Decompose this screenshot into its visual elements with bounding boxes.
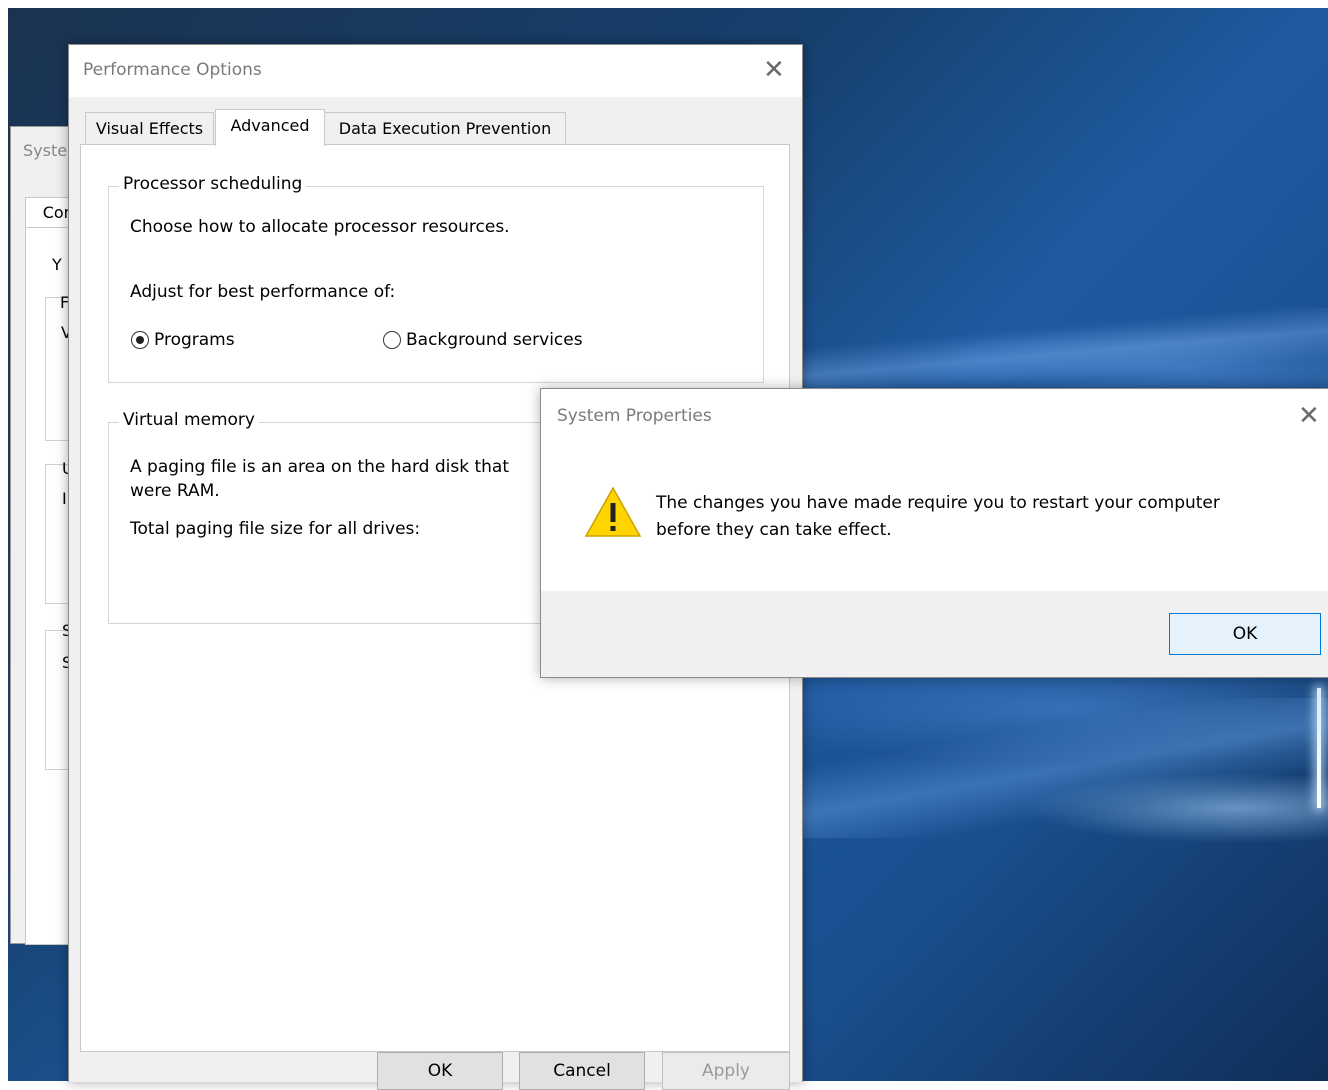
- background-text-fragment: Y: [52, 255, 62, 274]
- processor-scheduling-description: Choose how to allocate processor resourc…: [130, 217, 510, 237]
- title-bar[interactable]: Performance Options ✕: [69, 45, 802, 97]
- radio-background-services[interactable]: Background services: [383, 330, 583, 350]
- processor-scheduling-legend: Processor scheduling: [119, 174, 307, 194]
- ok-button[interactable]: OK: [377, 1052, 503, 1090]
- adjust-performance-label: Adjust for best performance of:: [130, 282, 396, 302]
- tab-data-execution-prevention[interactable]: Data Execution Prevention: [324, 112, 566, 145]
- radio-programs[interactable]: Programs: [131, 330, 235, 350]
- dialog-title: System Properties: [557, 406, 712, 426]
- close-icon[interactable]: ✕: [763, 57, 785, 83]
- window-title: Performance Options: [83, 60, 262, 80]
- apply-button[interactable]: Apply: [662, 1052, 790, 1090]
- tab-label: Visual Effects: [95, 119, 204, 138]
- tab-label: Data Execution Prevention: [338, 119, 552, 138]
- dialog-message-line: before they can take effect.: [656, 520, 892, 540]
- virtual-memory-description: A paging file is an area on the hard dis…: [130, 457, 510, 477]
- tab-label: Advanced: [230, 116, 310, 135]
- processor-scheduling-group: Processor scheduling Choose how to alloc…: [108, 174, 764, 383]
- virtual-memory-legend: Virtual memory: [119, 410, 259, 430]
- dialog-ok-button[interactable]: OK: [1169, 613, 1321, 655]
- tab-visual-effects[interactable]: Visual Effects: [85, 112, 214, 145]
- tab-advanced[interactable]: Advanced: [215, 109, 325, 146]
- wallpaper-light-line: [1317, 688, 1321, 808]
- wallpaper-light-beam: [788, 698, 1328, 838]
- background-text-fragment: I: [62, 489, 67, 508]
- dialog-message-line: The changes you have made require you to…: [656, 493, 1220, 513]
- close-icon[interactable]: ✕: [1298, 403, 1320, 429]
- radio-background-services-label: Background services: [406, 330, 583, 350]
- dialog-message: The changes you have made require you to…: [656, 490, 1220, 544]
- virtual-memory-description-cont: were RAM.: [130, 481, 220, 501]
- warning-icon: [584, 486, 642, 537]
- radio-programs-label: Programs: [154, 330, 235, 350]
- wallpaper-light-beam: [788, 308, 1328, 398]
- radio-selected-icon: [131, 331, 149, 349]
- cancel-button[interactable]: Cancel: [519, 1052, 645, 1090]
- background-window-title: Syste: [23, 141, 68, 160]
- total-paging-file-label: Total paging file size for all drives:: [130, 519, 421, 539]
- system-properties-dialog: System Properties ✕ The changes you have…: [540, 388, 1328, 678]
- radio-unselected-icon: [383, 331, 401, 349]
